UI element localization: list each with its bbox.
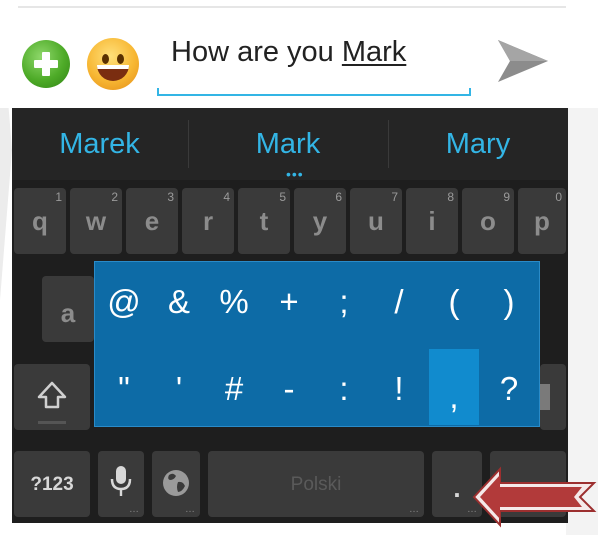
backspace-key[interactable]: [540, 364, 566, 430]
popup-key-close-paren[interactable]: ): [484, 277, 534, 327]
popup-key-plus[interactable]: +: [264, 277, 314, 327]
popup-key-minus[interactable]: -: [264, 364, 314, 414]
popup-key-semicolon[interactable]: ;: [319, 277, 369, 327]
key-u[interactable]: 7u: [350, 188, 402, 254]
divider: [18, 6, 566, 8]
symbols-key[interactable]: ?123: [14, 451, 90, 517]
key-hint: 7: [391, 190, 398, 204]
key-label: i: [428, 206, 436, 236]
send-button[interactable]: [494, 36, 550, 86]
send-icon: [498, 40, 548, 82]
key-p[interactable]: 0p: [518, 188, 566, 254]
popup-key-percent[interactable]: %: [209, 277, 259, 327]
key-hint: 4: [223, 190, 230, 204]
popup-key-question[interactable]: ?: [484, 364, 534, 414]
language-key[interactable]: …: [152, 451, 200, 517]
popup-key-colon[interactable]: :: [319, 364, 369, 414]
add-icon-stroke: [42, 52, 50, 76]
compose-bar: How are you Mark: [0, 0, 598, 108]
key-hint: 9: [503, 190, 510, 204]
key-label: e: [144, 206, 160, 236]
space-key[interactable]: Polski …: [208, 451, 424, 517]
input-underline-right: [469, 88, 471, 96]
key-label: y: [312, 206, 328, 236]
globe-icon: [163, 470, 189, 496]
key-hint: 1: [55, 190, 62, 204]
popup-key-apostrophe[interactable]: ': [154, 364, 204, 414]
popup-key-exclamation[interactable]: !: [374, 364, 424, 414]
popup-key-ampersand[interactable]: &: [154, 277, 204, 327]
microphone-icon: [110, 466, 132, 496]
more-indicator: …: [409, 504, 419, 515]
emoji-icon: [102, 54, 109, 64]
suggestion-marek[interactable]: Marek: [12, 108, 187, 180]
input-underline: [157, 94, 471, 96]
popup-key-hash[interactable]: #: [209, 364, 259, 414]
key-hint: 0: [555, 190, 562, 204]
more-indicator: …: [185, 504, 195, 515]
key-hint: 5: [279, 190, 286, 204]
emoji-button[interactable]: [87, 38, 139, 90]
key-r[interactable]: 4r: [182, 188, 234, 254]
key-label: r: [202, 206, 214, 236]
key-label: t: [259, 206, 269, 236]
key-label: a: [60, 298, 76, 328]
popup-key-at[interactable]: @: [99, 277, 149, 327]
add-attachment-button[interactable]: [22, 40, 70, 88]
key-o[interactable]: 9o: [462, 188, 514, 254]
suggestion-mary[interactable]: Mary: [388, 108, 568, 180]
popup-key-comma-selected[interactable]: ,: [429, 349, 479, 425]
popup-key-open-paren[interactable]: (: [429, 277, 479, 327]
message-input[interactable]: How are you Mark: [157, 30, 471, 96]
message-prefix: How are you: [171, 36, 342, 68]
suggestion-strip: Marek Mark ••• Mary: [12, 108, 568, 182]
popup-key-double-quote[interactable]: ": [99, 364, 149, 414]
key-label: w: [85, 206, 107, 236]
symbol-popup: @ & % + ; / ( ) " ' # - : ! , ?: [94, 261, 540, 427]
key-hint: 6: [335, 190, 342, 204]
key-y[interactable]: 6y: [294, 188, 346, 254]
key-label: u: [368, 206, 384, 236]
microphone-key[interactable]: …: [98, 451, 144, 517]
emoji-icon-mouth: [97, 65, 129, 81]
message-current-word: Mark: [341, 36, 407, 68]
emoji-icon-eye: [117, 54, 124, 64]
more-suggestions-indicator: •••: [286, 166, 304, 182]
key-w[interactable]: 2w: [70, 188, 122, 254]
key-label: o: [480, 206, 496, 236]
key-hint: 3: [167, 190, 174, 204]
annotation-arrow-icon: [472, 466, 597, 528]
key-label: Polski: [290, 474, 342, 495]
key-t[interactable]: 5t: [238, 188, 290, 254]
key-hint: 8: [447, 190, 454, 204]
key-label: p: [534, 206, 550, 236]
key-label: q: [32, 206, 48, 236]
key-hint: 2: [111, 190, 118, 204]
shift-icon: [37, 381, 67, 409]
key-a[interactable]: a: [42, 276, 94, 342]
message-text: How are you Mark: [171, 36, 406, 69]
backspace-icon: [540, 384, 550, 410]
shift-indicator: [38, 421, 66, 424]
popup-key-slash[interactable]: /: [374, 277, 424, 327]
input-underline-left: [157, 88, 159, 96]
key-e[interactable]: 3e: [126, 188, 178, 254]
shift-key[interactable]: [14, 364, 90, 430]
key-i[interactable]: 8i: [406, 188, 458, 254]
more-indicator: …: [129, 504, 139, 515]
key-label: ?123: [30, 474, 74, 495]
key-q[interactable]: 1q: [14, 188, 66, 254]
